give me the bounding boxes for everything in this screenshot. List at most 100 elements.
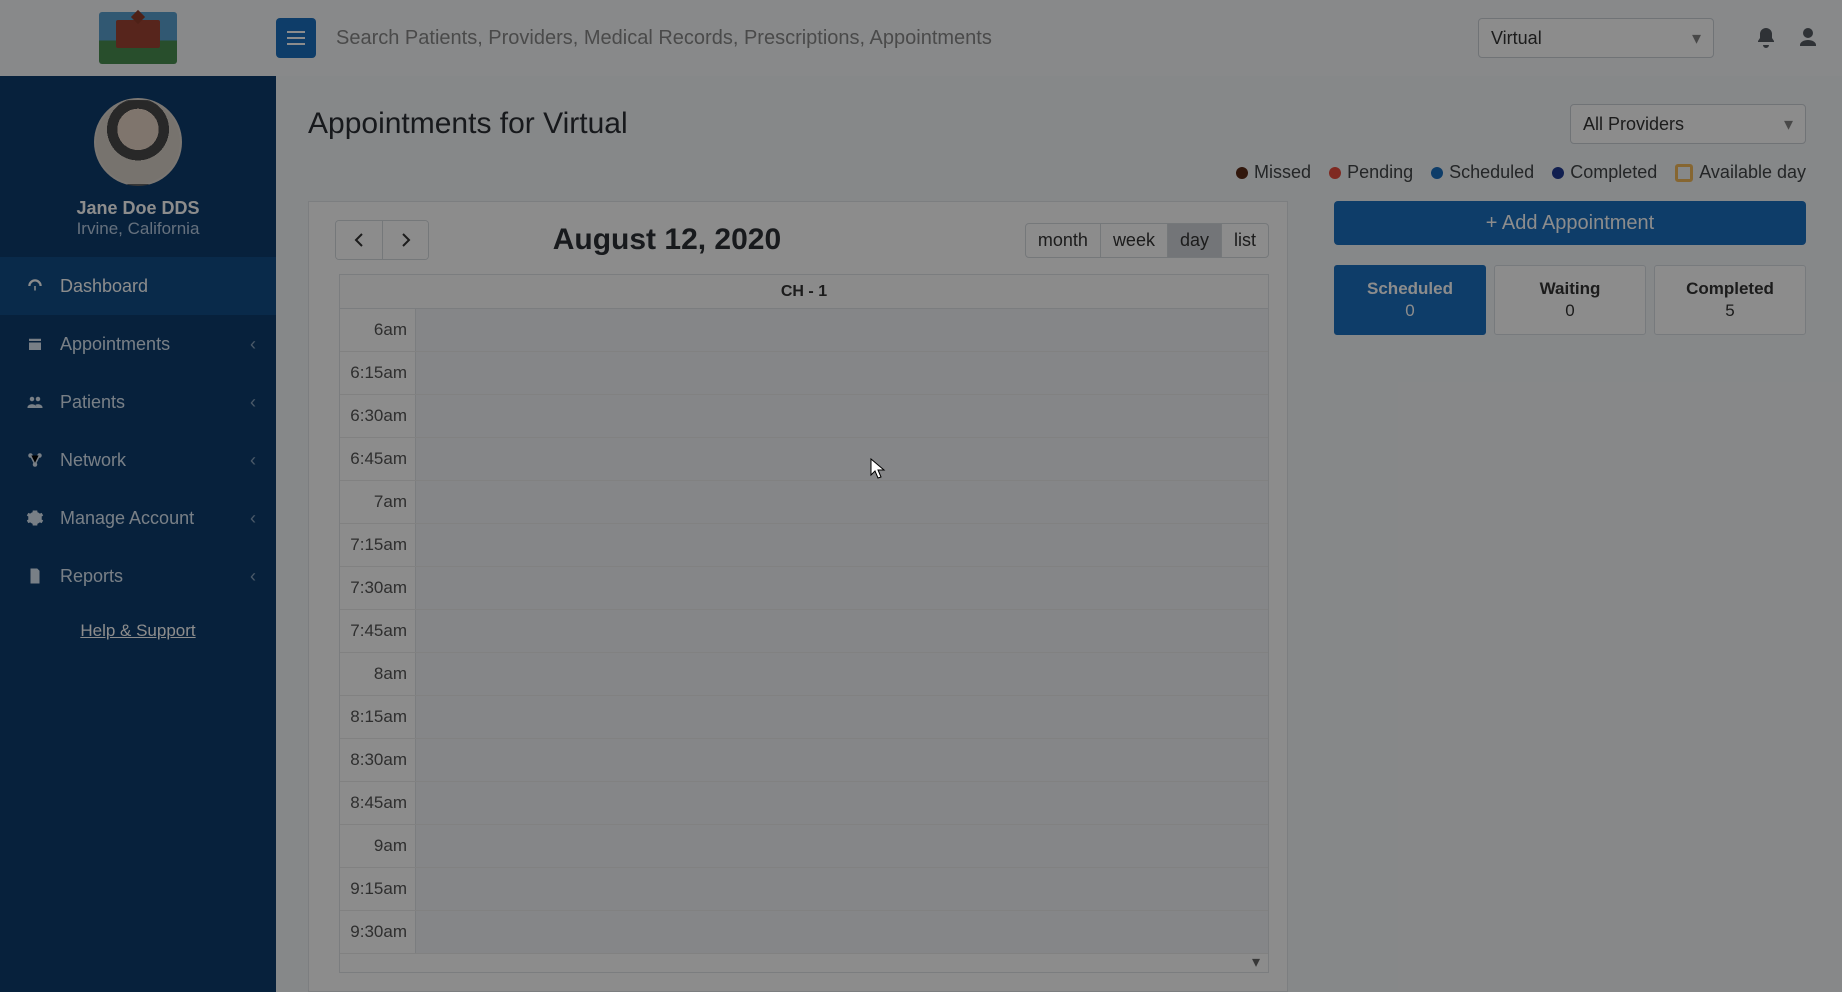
slot-time: 6:15am xyxy=(340,352,416,394)
slot-time: 8:30am xyxy=(340,739,416,781)
profile-block: Jane Doe DDS Irvine, California xyxy=(0,76,276,257)
user-icon[interactable] xyxy=(1796,26,1820,50)
slot-time: 8:45am xyxy=(340,782,416,824)
slot-time: 8:15am xyxy=(340,696,416,738)
slot-time: 7am xyxy=(340,481,416,523)
dot-icon xyxy=(1236,167,1248,179)
chevron-left-icon: ‹ xyxy=(250,450,256,471)
time-slot[interactable]: 6:30am xyxy=(340,395,1268,438)
slot-area[interactable] xyxy=(416,438,1268,480)
gear-icon xyxy=(26,509,44,527)
slot-area[interactable] xyxy=(416,782,1268,824)
time-slot[interactable]: 7:30am xyxy=(340,567,1268,610)
slot-area[interactable] xyxy=(416,352,1268,394)
slot-area[interactable] xyxy=(416,696,1268,738)
time-slot[interactable]: 8:15am xyxy=(340,696,1268,739)
slot-time: 9am xyxy=(340,825,416,867)
network-icon xyxy=(26,451,44,469)
calendar-icon xyxy=(26,335,44,353)
nav-dashboard[interactable]: Dashboard xyxy=(0,257,276,315)
slot-list[interactable]: 6am6:15am6:30am6:45am7am7:15am7:30am7:45… xyxy=(340,309,1268,972)
stat-scheduled[interactable]: Scheduled 0 xyxy=(1334,265,1486,335)
chevron-down-icon: ▾ xyxy=(1784,114,1793,135)
slot-area[interactable] xyxy=(416,868,1268,910)
slot-area[interactable] xyxy=(416,739,1268,781)
slot-area[interactable] xyxy=(416,395,1268,437)
collapse-down-button[interactable]: ▾ xyxy=(1246,954,1266,970)
chevron-down-icon: ▾ xyxy=(1692,28,1701,49)
slot-area[interactable] xyxy=(416,610,1268,652)
legend-label: Pending xyxy=(1347,162,1413,182)
time-slot[interactable]: 7:15am xyxy=(340,524,1268,567)
time-slot[interactable]: 7am xyxy=(340,481,1268,524)
slot-area[interactable] xyxy=(416,825,1268,867)
legend-completed: Completed xyxy=(1552,162,1657,183)
help-support-link[interactable]: Help & Support xyxy=(80,621,195,640)
nav-label: Dashboard xyxy=(60,276,148,297)
slot-area[interactable] xyxy=(416,911,1268,953)
view-month[interactable]: month xyxy=(1026,224,1100,257)
stat-row: Scheduled 0 Waiting 0 Completed 5 xyxy=(1334,265,1806,335)
report-icon xyxy=(26,567,44,585)
right-column: + Add Appointment Scheduled 0 Waiting 0 … xyxy=(1334,201,1806,992)
add-appointment-button[interactable]: + Add Appointment xyxy=(1334,201,1806,245)
main-row: Jane Doe DDS Irvine, California Dashboar… xyxy=(0,76,1842,992)
stat-label: Completed xyxy=(1686,279,1774,299)
time-slot[interactable]: 6am xyxy=(340,309,1268,352)
slot-time: 6:30am xyxy=(340,395,416,437)
view-list[interactable]: list xyxy=(1221,224,1268,257)
slot-area[interactable] xyxy=(416,309,1268,351)
legend-label: Missed xyxy=(1254,162,1311,182)
search-container xyxy=(336,27,1478,50)
time-slot[interactable]: 8am xyxy=(340,653,1268,696)
legend-available: Available day xyxy=(1675,162,1806,183)
time-slot[interactable]: 6:15am xyxy=(340,352,1268,395)
time-slot[interactable]: 8:30am xyxy=(340,739,1268,782)
slot-area[interactable] xyxy=(416,653,1268,695)
stat-completed[interactable]: Completed 5 xyxy=(1654,265,1806,335)
column-header: CH - 1 xyxy=(340,275,1268,309)
slots-wrapper: ▴ 6am6:15am6:30am6:45am7am7:15am7:30am7:… xyxy=(340,309,1268,972)
nav-patients[interactable]: Patients ‹ xyxy=(0,373,276,431)
page-title: Appointments for Virtual xyxy=(308,107,628,141)
legend-label: Completed xyxy=(1570,162,1657,182)
nav-reports[interactable]: Reports ‹ xyxy=(0,547,276,605)
nav-network[interactable]: Network ‹ xyxy=(0,431,276,489)
nav-manage-account[interactable]: Manage Account ‹ xyxy=(0,489,276,547)
slot-time: 6am xyxy=(340,309,416,351)
slot-time: 7:30am xyxy=(340,567,416,609)
nav-appointments[interactable]: Appointments ‹ xyxy=(0,315,276,373)
time-slot[interactable]: 6:45am xyxy=(340,438,1268,481)
nav-label: Appointments xyxy=(60,334,170,355)
slot-area[interactable] xyxy=(416,481,1268,523)
time-slot[interactable]: 7:45am xyxy=(340,610,1268,653)
dot-icon xyxy=(1552,167,1564,179)
provider-select[interactable]: All Providers ▾ xyxy=(1570,104,1806,144)
legend-scheduled: Scheduled xyxy=(1431,162,1534,183)
chevron-left-icon: ‹ xyxy=(250,334,256,355)
view-day[interactable]: day xyxy=(1167,224,1221,257)
time-slot[interactable]: 9am xyxy=(340,825,1268,868)
slot-area[interactable] xyxy=(416,524,1268,566)
time-slot[interactable]: 9:30am xyxy=(340,911,1268,954)
slot-area[interactable] xyxy=(416,567,1268,609)
time-slot[interactable]: 9:15am xyxy=(340,868,1268,911)
calendar-body: CH - 1 ▴ 6am6:15am6:30am6:45am7am7:15am7… xyxy=(339,274,1269,973)
stat-value: 5 xyxy=(1725,301,1734,321)
dot-icon xyxy=(1431,167,1443,179)
title-row: Appointments for Virtual All Providers ▾ xyxy=(308,104,1806,144)
user-location: Irvine, California xyxy=(77,219,200,239)
bell-icon[interactable] xyxy=(1754,26,1778,50)
stat-waiting[interactable]: Waiting 0 xyxy=(1494,265,1646,335)
legend-label: Available day xyxy=(1699,162,1806,182)
view-week[interactable]: week xyxy=(1100,224,1167,257)
menu-toggle-button[interactable] xyxy=(276,18,316,58)
time-slot[interactable]: 8:45am xyxy=(340,782,1268,825)
nav-label: Network xyxy=(60,450,126,471)
location-select-value: Virtual xyxy=(1491,28,1542,49)
panels: August 12, 2020 month week day list CH -… xyxy=(308,201,1806,992)
location-select[interactable]: Virtual ▾ xyxy=(1478,18,1714,58)
dashboard-icon xyxy=(26,277,44,295)
search-input[interactable] xyxy=(336,27,1478,50)
stat-label: Waiting xyxy=(1540,279,1601,299)
